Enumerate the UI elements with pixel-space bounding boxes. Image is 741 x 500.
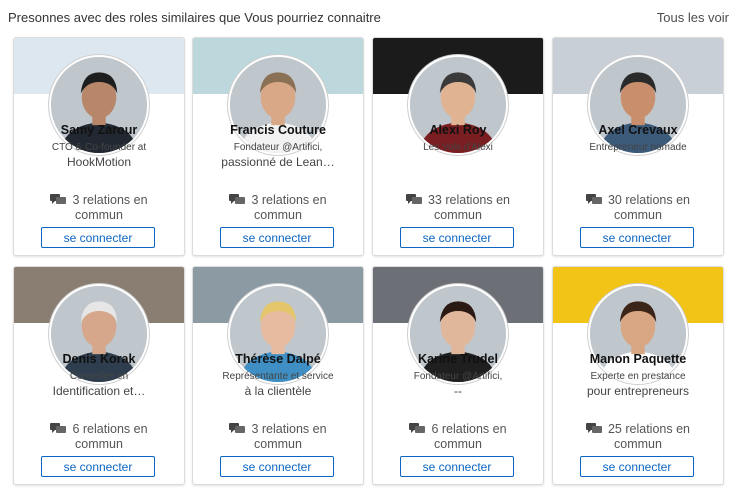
chat-bubbles-icon: [409, 423, 426, 434]
headline-line: Représentante et service: [222, 371, 334, 382]
profile-name[interactable]: Axel Crevaux: [557, 123, 719, 137]
mutual-connections-suffix: commun: [254, 436, 302, 451]
profile-headline: CTO & Co-founder at HookMotion: [20, 140, 178, 170]
mutual-connections[interactable]: 33 relations en commun: [379, 193, 537, 222]
see-all-link[interactable]: Tous les voir: [657, 10, 729, 25]
profile-name[interactable]: Manon Paquette: [557, 352, 719, 366]
profile-card[interactable]: Thérèse Dalpé Représentante et service à l…: [192, 266, 364, 485]
profile-name[interactable]: Alexi Roy: [377, 123, 539, 137]
panel-title: Presonnes avec des roles similaires que …: [8, 9, 381, 25]
chat-bubbles-icon: [405, 194, 422, 205]
headline-line: Les Vols d'Alexi: [423, 142, 493, 153]
profile-headline: Fondateur @Artifici, --: [379, 369, 537, 399]
mutual-connections-suffix: commun: [75, 436, 123, 451]
mutual-connections[interactable]: 30 relations en commun: [559, 193, 717, 222]
mutual-connections-count: 3 relations en: [72, 193, 148, 207]
profile-name[interactable]: Denis Korak: [18, 352, 180, 366]
profile-name[interactable]: Francis Couture: [197, 123, 359, 137]
mutual-connections-suffix: commun: [75, 207, 123, 222]
headline-line: Fondateur @Artifici,: [233, 142, 323, 153]
connect-button[interactable]: se connecter: [580, 456, 694, 477]
chat-bubbles-icon: [229, 194, 246, 205]
profile-headline: Fondateur @Artifici, passionné de Lean…: [199, 140, 357, 170]
headline-line: Entrepreneur nomade: [589, 142, 687, 153]
chat-bubbles-icon: [585, 423, 602, 434]
chat-bubbles-icon: [50, 423, 67, 434]
mutual-connections[interactable]: 3 relations en commun: [199, 422, 357, 451]
connect-button[interactable]: se connecter: [220, 456, 334, 477]
mutual-connections-suffix: commun: [614, 436, 662, 451]
profile-card[interactable]: Karine Trudel Fondateur @Artifici, -- 6 rel…: [372, 266, 544, 485]
profile-name[interactable]: Karine Trudel: [377, 352, 539, 366]
headline-line: Fondateur @Artifici,: [413, 371, 503, 382]
mutual-connections-count: 6 relations en: [72, 422, 148, 436]
connect-button[interactable]: se connecter: [400, 227, 514, 248]
connect-button[interactable]: se connecter: [580, 227, 694, 248]
profile-card[interactable]: Denis Korak Conseiller en Identification e…: [13, 266, 185, 485]
mutual-connections-suffix: commun: [614, 207, 662, 222]
mutual-connections-count: 30 relations en: [607, 193, 690, 207]
headline-line: HookMotion: [66, 155, 132, 169]
suggestions-panel: Presonnes avec des roles similaires que …: [0, 0, 741, 500]
profile-name[interactable]: Samy Zarour: [18, 123, 180, 137]
mutual-connections-count: 3 relations en: [251, 422, 327, 436]
mutual-connections[interactable]: 6 relations en commun: [20, 422, 178, 451]
mutual-connections[interactable]: 3 relations en commun: [20, 193, 178, 222]
profile-headline: Représentante et service à la clientèle: [199, 369, 357, 399]
headline-line: Conseiller en: [69, 371, 129, 382]
connect-button[interactable]: se connecter: [41, 227, 155, 248]
mutual-connections[interactable]: 25 relations en commun: [559, 422, 717, 451]
chat-bubbles-icon: [585, 194, 602, 205]
mutual-connections-count: 3 relations en: [251, 193, 327, 207]
mutual-connections-count: 6 relations en: [431, 422, 507, 436]
panel-header: Presonnes avec des roles similaires que …: [8, 8, 729, 26]
connect-button[interactable]: se connecter: [41, 456, 155, 477]
chat-bubbles-icon: [229, 423, 246, 434]
profile-headline: Experte en prestance pour entrepreneurs: [559, 369, 717, 399]
headline-line: à la clientèle: [244, 384, 312, 398]
profile-card[interactable]: Samy Zarour CTO & Co-founder at HookMotion…: [13, 37, 185, 256]
mutual-connections-suffix: commun: [254, 207, 302, 222]
profile-name[interactable]: Thérèse Dalpé: [197, 352, 359, 366]
headline-line: Identification et…: [52, 384, 146, 398]
mutual-connections-suffix: commun: [434, 436, 482, 451]
profile-headline: Les Vols d'Alexi: [379, 140, 537, 155]
profile-card[interactable]: Alexi Roy Les Vols d'Alexi 33 relations en…: [372, 37, 544, 256]
headline-line: pour entrepreneurs: [586, 384, 690, 398]
headline-line: Experte en prestance: [590, 371, 686, 382]
headline-line: --: [454, 384, 462, 398]
connect-button[interactable]: se connecter: [220, 227, 334, 248]
profile-card[interactable]: Axel Crevaux Entrepreneur nomade 30 relati…: [552, 37, 724, 256]
mutual-connections-count: 25 relations en: [607, 422, 690, 436]
connect-button[interactable]: se connecter: [400, 456, 514, 477]
chat-bubbles-icon: [50, 194, 67, 205]
profile-card[interactable]: Francis Couture Fondateur @Artifici, passi…: [192, 37, 364, 256]
headline-line: passionné de Lean…: [221, 155, 335, 169]
profile-card[interactable]: Manon Paquette Experte en prestance pour e…: [552, 266, 724, 485]
profile-headline: Conseiller en Identification et…: [20, 369, 178, 399]
headline-line: CTO & Co-founder at: [51, 142, 147, 153]
mutual-connections[interactable]: 3 relations en commun: [199, 193, 357, 222]
mutual-connections-suffix: commun: [434, 207, 482, 222]
mutual-connections[interactable]: 6 relations en commun: [379, 422, 537, 451]
profile-headline: Entrepreneur nomade: [559, 140, 717, 155]
mutual-connections-count: 33 relations en: [427, 193, 510, 207]
